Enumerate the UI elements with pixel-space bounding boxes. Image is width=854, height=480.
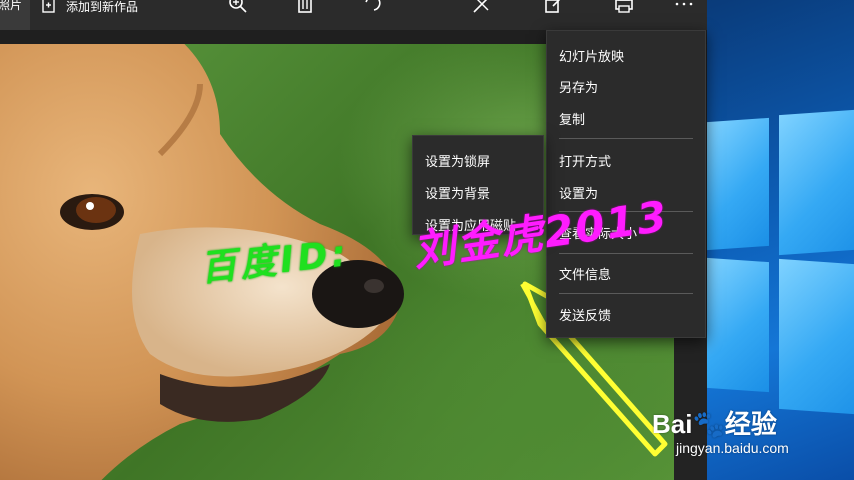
baidu-logo: Bai🐾经验 [652,404,777,441]
menu-item-slideshow[interactable]: 幻灯片放映 [559,46,624,65]
delete-icon[interactable] [293,0,317,18]
baidu-paw-icon: 🐾 [692,409,725,439]
submenu-item-background[interactable]: 设置为背景 [425,183,490,202]
menu-separator [559,293,693,294]
toolbar-first-button[interactable]: 照片 [0,0,30,30]
baidu-brand: Bai [652,409,693,439]
windows-logo-pane [707,257,769,393]
windows-logo-pane [779,258,854,416]
svg-text:˅: ˅ [489,0,493,6]
rotate-icon[interactable] [362,0,386,18]
menu-item-save-as[interactable]: 另存为 [559,77,598,96]
menu-item-send-feedback[interactable]: 发送反馈 [559,305,611,324]
baidu-site-url: jingyan.baidu.com [676,440,789,456]
menu-item-open-with[interactable]: 打开方式 [559,151,611,170]
add-to-creation-label: 添加到新作品 [66,0,139,14]
menu-item-copy[interactable]: 复制 [559,109,585,128]
zoom-icon[interactable] [226,0,250,18]
add-creation-icon [42,0,55,13]
windows-logo-pane [779,108,854,256]
add-to-creation-button[interactable]: 添加到新作品 [40,0,138,16]
more-icon[interactable] [672,0,696,18]
menu-separator [559,138,693,139]
toolbar-first-label: 照片 [0,0,23,12]
app-toolbar: 照片 添加到新作品 ˅ [0,0,707,30]
enhance-icon[interactable]: ˅ [470,0,494,18]
menu-item-file-info[interactable]: 文件信息 [559,264,611,283]
baidu-brand-cn: 经验 [724,409,777,439]
submenu-item-lock-screen[interactable]: 设置为锁屏 [425,151,490,170]
edit-icon[interactable] [543,0,567,18]
windows-logo-pane [707,117,769,251]
more-options-menu: 幻灯片放映 另存为 复制 打开方式 设置为 查看实际大小 文件信息 发送反馈 [546,30,706,338]
print-icon[interactable] [612,0,636,18]
